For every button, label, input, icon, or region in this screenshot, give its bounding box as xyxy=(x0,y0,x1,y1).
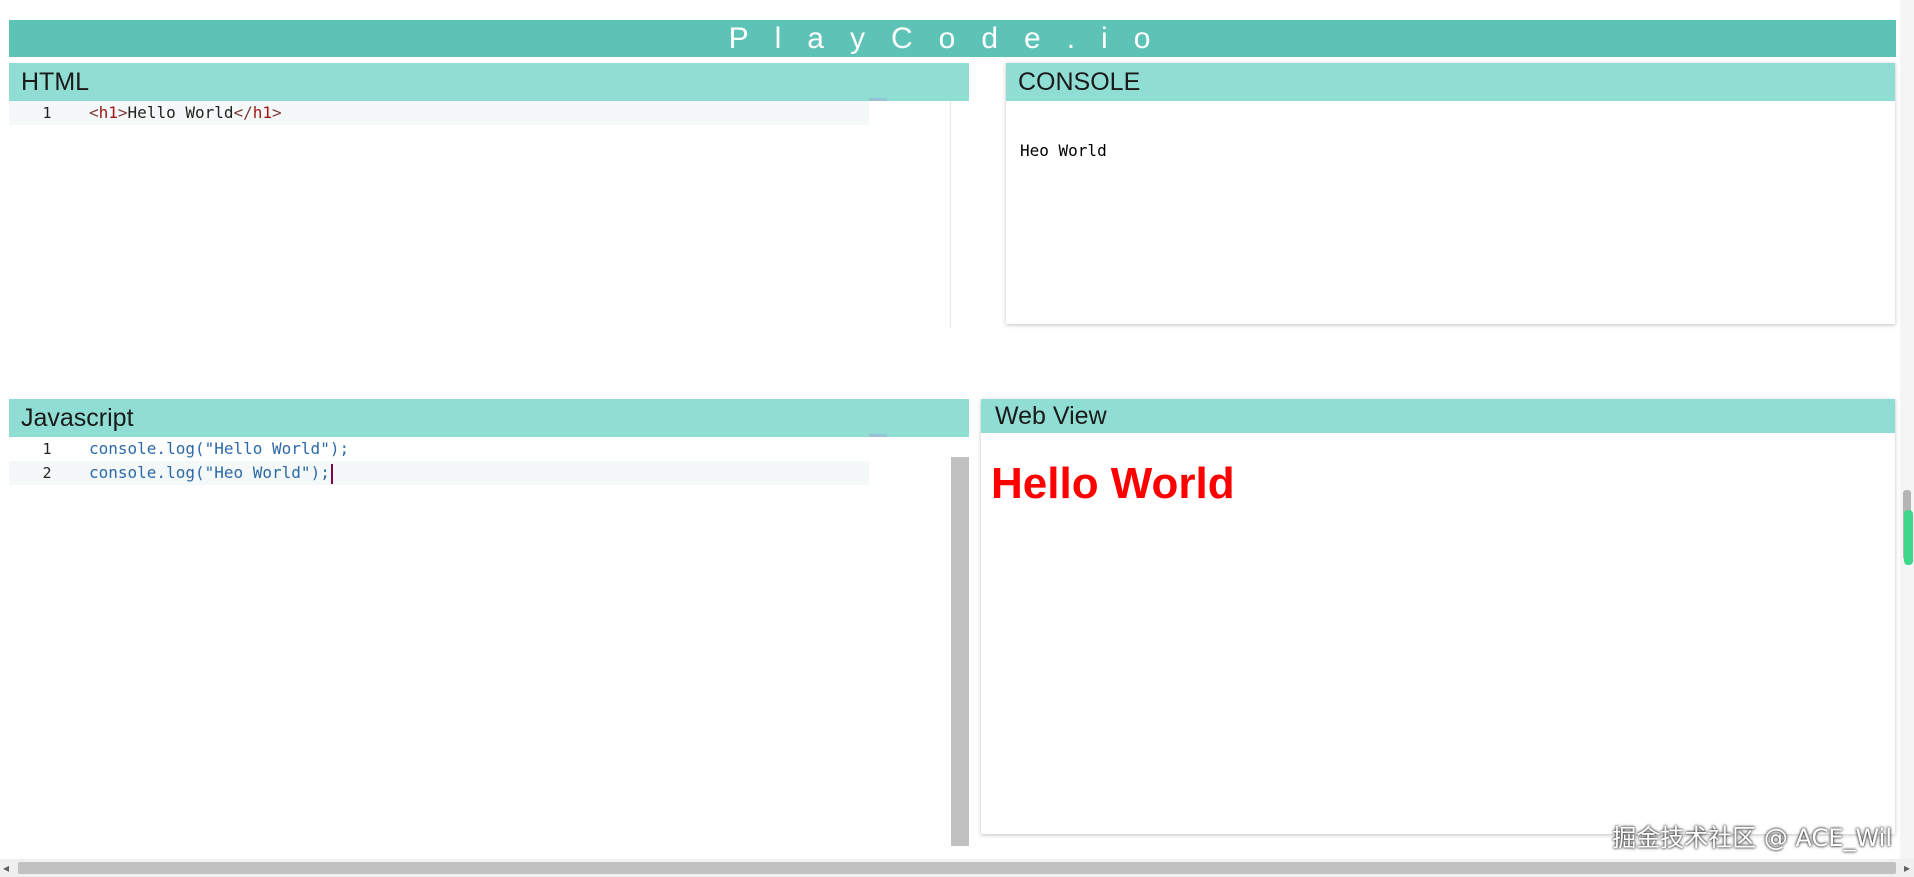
javascript-panel-title: Javascript xyxy=(21,404,134,432)
page-vertical-scrollbar[interactable] xyxy=(1900,0,1914,860)
minimap-indicator xyxy=(869,98,887,101)
page-horizontal-scrollbar[interactable]: ◂ ▸ xyxy=(0,859,1914,877)
code-token-tag: h1 xyxy=(252,103,273,122)
console-panel: CONSOLE Heo World xyxy=(1006,63,1895,324)
scroll-indicator-glow xyxy=(1904,510,1913,565)
watermark: 掘金技术社区 @ ACE_Wil xyxy=(1612,824,1892,852)
line-number: 1 xyxy=(42,104,52,122)
code-token-tag: h1 xyxy=(98,103,118,122)
code-token-punct: < xyxy=(89,103,99,122)
pane-divider[interactable] xyxy=(950,101,951,328)
webview-panel-header: Web View xyxy=(981,399,1895,433)
webview-panel-title: Web View xyxy=(995,402,1107,430)
code-token-punct: </ xyxy=(233,103,253,122)
javascript-editor[interactable]: 1 console.log("Hello World"); 2 console.… xyxy=(9,434,959,846)
code-token-text: Hello World xyxy=(127,103,234,122)
html-code-line[interactable]: 1 <h1>Hello World</h1> xyxy=(9,101,869,125)
line-number: 1 xyxy=(42,440,52,458)
code-token-punct: ); xyxy=(310,463,330,482)
horizontal-scrollbar-thumb[interactable] xyxy=(18,862,1896,874)
code-token-punct: > xyxy=(272,103,282,122)
html-panel-title: HTML xyxy=(21,68,90,96)
javascript-editor-scrollbar[interactable] xyxy=(951,457,969,846)
code-token-fn: console.log( xyxy=(89,463,205,482)
console-panel-title: CONSOLE xyxy=(1018,68,1141,96)
console-output: Heo World xyxy=(1020,141,1107,160)
js-code-line-active[interactable]: 2 console.log("Heo World"); xyxy=(9,461,869,485)
code-token-fn: console.log( xyxy=(89,439,205,458)
javascript-panel-header: Javascript xyxy=(9,399,969,437)
javascript-panel: Javascript 1 console.log("Hello World");… xyxy=(9,399,969,846)
scroll-left-arrow-icon[interactable]: ◂ xyxy=(3,859,9,877)
app-title-bar: PlayCode.io xyxy=(9,20,1896,57)
app-title: PlayCode.io xyxy=(728,22,1177,55)
webview-heading: Hello World xyxy=(991,459,1235,508)
html-panel: HTML 1 <h1>Hello World</h1> xyxy=(9,63,969,328)
code-token-punct: > xyxy=(117,103,128,122)
html-editor[interactable]: 1 <h1>Hello World</h1> xyxy=(9,98,969,328)
console-panel-header: CONSOLE xyxy=(1006,63,1895,101)
code-token-string: "Hello World" xyxy=(204,439,330,458)
minimap-indicator xyxy=(869,434,887,437)
js-code-text[interactable]: console.log("Heo World"); xyxy=(89,461,333,485)
html-panel-header: HTML xyxy=(9,63,969,101)
line-number: 2 xyxy=(42,464,52,482)
text-cursor-icon xyxy=(330,463,333,484)
code-token-string: "Heo World" xyxy=(204,463,311,482)
js-code-text[interactable]: console.log("Hello World"); xyxy=(89,437,349,461)
webview-panel: Web View Hello World xyxy=(981,399,1895,834)
html-code-text[interactable]: <h1>Hello World</h1> xyxy=(89,101,282,125)
js-code-line[interactable]: 1 console.log("Hello World"); xyxy=(9,437,869,461)
scroll-right-arrow-icon[interactable]: ▸ xyxy=(1904,859,1910,877)
code-token-punct: ); xyxy=(329,439,350,458)
